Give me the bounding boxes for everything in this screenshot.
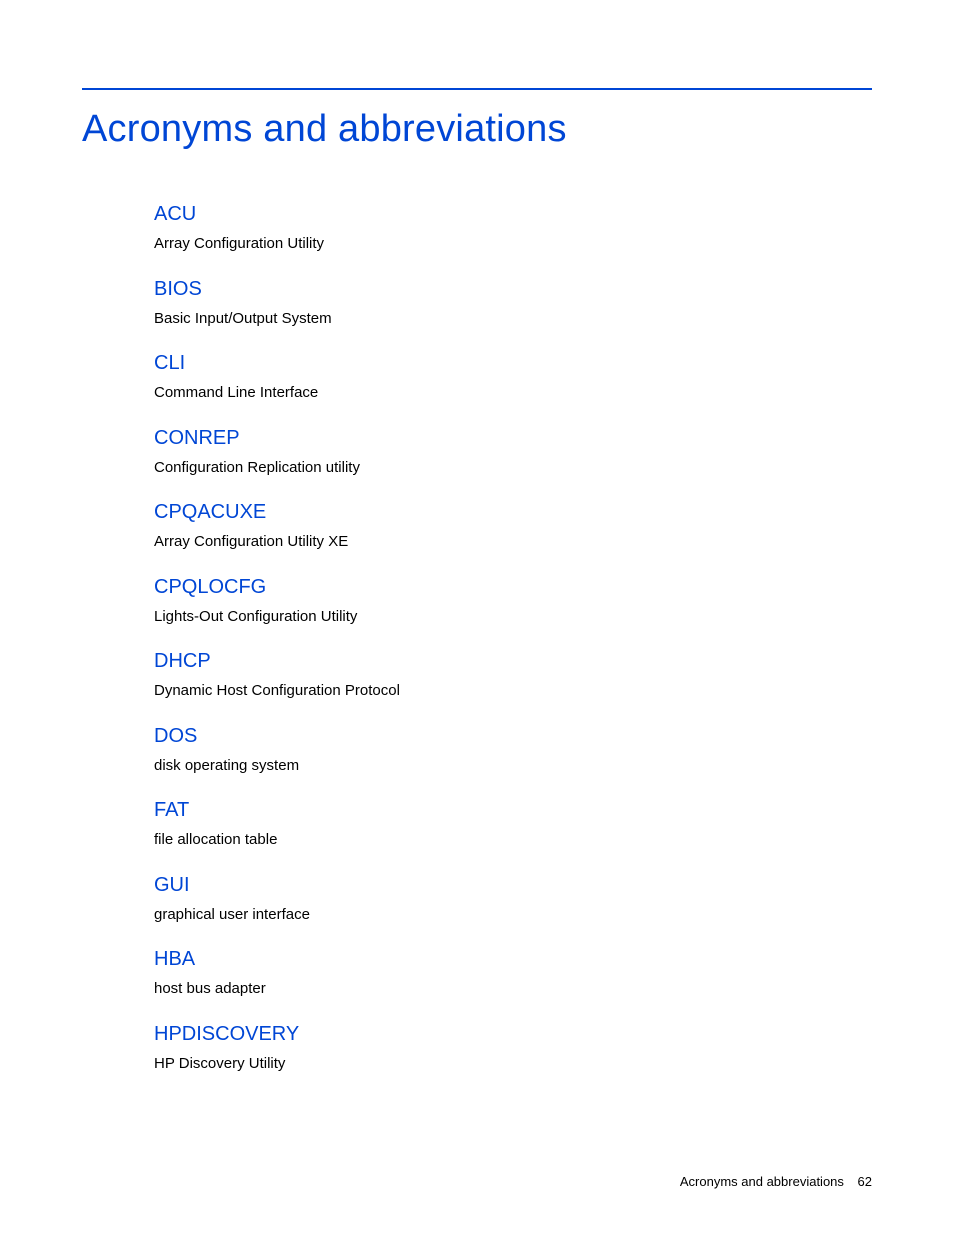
acronym-entry: ACU Array Configuration Utility	[154, 203, 872, 254]
acronym-entry: CLI Command Line Interface	[154, 352, 872, 403]
acronym-definition: Command Line Interface	[154, 383, 872, 403]
acronym-term: HBA	[154, 948, 872, 971]
acronym-term: HPDISCOVERY	[154, 1023, 872, 1046]
acronym-definition: Dynamic Host Configuration Protocol	[154, 681, 872, 701]
acronym-definition: Lights-Out Configuration Utility	[154, 607, 872, 627]
acronym-term: BIOS	[154, 278, 872, 301]
acronym-term: DHCP	[154, 650, 872, 673]
acronym-term: CPQLOCFG	[154, 576, 872, 599]
document-page: Acronyms and abbreviations ACU Array Con…	[0, 0, 954, 1235]
acronym-term: FAT	[154, 799, 872, 822]
acronym-definition: file allocation table	[154, 830, 872, 850]
acronym-term: CLI	[154, 352, 872, 375]
acronym-entry: CONREP Configuration Replication utility	[154, 427, 872, 478]
acronym-term: DOS	[154, 725, 872, 748]
acronym-term: GUI	[154, 874, 872, 897]
footer-section: Acronyms and abbreviations	[680, 1174, 844, 1189]
acronym-entry: HBA host bus adapter	[154, 948, 872, 999]
acronym-definition: graphical user interface	[154, 905, 872, 925]
header-rule	[82, 88, 872, 90]
acronym-term: CONREP	[154, 427, 872, 450]
acronym-entry: HPDISCOVERY HP Discovery Utility	[154, 1023, 872, 1074]
acronym-definition: HP Discovery Utility	[154, 1054, 872, 1074]
acronym-list: ACU Array Configuration Utility BIOS Bas…	[154, 203, 872, 1073]
acronym-term: ACU	[154, 203, 872, 226]
acronym-definition: Array Configuration Utility XE	[154, 532, 872, 552]
acronym-definition: Array Configuration Utility	[154, 234, 872, 254]
page-title: Acronyms and abbreviations	[82, 108, 872, 151]
acronym-definition: Configuration Replication utility	[154, 458, 872, 478]
footer-page-number: 62	[858, 1174, 872, 1189]
acronym-entry: DHCP Dynamic Host Configuration Protocol	[154, 650, 872, 701]
acronym-definition: Basic Input/Output System	[154, 309, 872, 329]
acronym-entry: CPQACUXE Array Configuration Utility XE	[154, 501, 872, 552]
page-footer: Acronyms and abbreviations 62	[680, 1174, 872, 1189]
acronym-definition: host bus adapter	[154, 979, 872, 999]
acronym-entry: FAT file allocation table	[154, 799, 872, 850]
acronym-definition: disk operating system	[154, 756, 872, 776]
acronym-entry: CPQLOCFG Lights-Out Configuration Utilit…	[154, 576, 872, 627]
acronym-entry: GUI graphical user interface	[154, 874, 872, 925]
acronym-entry: DOS disk operating system	[154, 725, 872, 776]
acronym-term: CPQACUXE	[154, 501, 872, 524]
acronym-entry: BIOS Basic Input/Output System	[154, 278, 872, 329]
